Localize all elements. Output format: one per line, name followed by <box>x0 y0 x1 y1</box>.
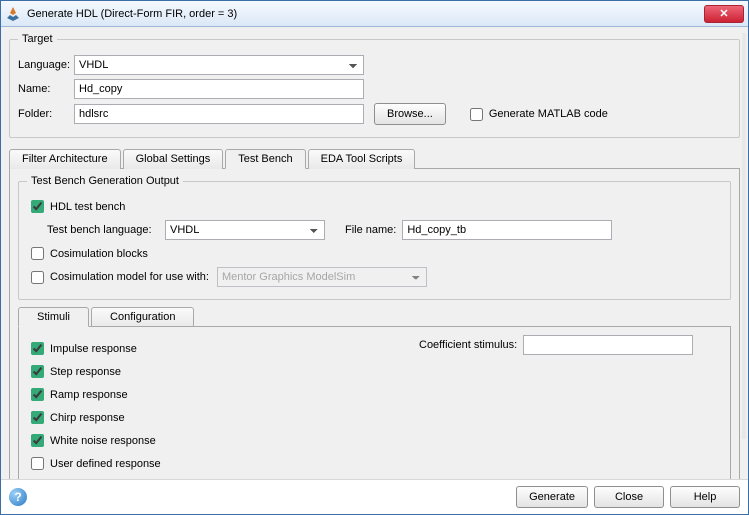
matlab-icon <box>5 6 21 22</box>
cosim-tool-select: Mentor Graphics ModelSim <box>217 267 427 287</box>
subtab-configuration[interactable]: Configuration <box>91 307 194 327</box>
window-title: Generate HDL (Direct-Form FIR, order = 3… <box>27 8 704 20</box>
impulse-checkbox[interactable] <box>31 342 44 355</box>
userdef-label: User defined response <box>50 458 161 470</box>
close-window-button[interactable]: ✕ <box>704 5 744 23</box>
hdl-testbench-checkbox[interactable] <box>31 200 44 213</box>
tab-test-bench[interactable]: Test Bench <box>225 149 305 169</box>
hdl-testbench-label: HDL test bench <box>50 201 125 213</box>
tb-filename-input[interactable] <box>402 220 612 240</box>
name-input[interactable] <box>74 79 364 99</box>
close-button[interactable]: Close <box>594 486 664 508</box>
step-label: Step response <box>50 366 121 378</box>
folder-label: Folder: <box>18 108 74 120</box>
coef-stimulus-input[interactable] <box>523 335 693 355</box>
tb-language-label: Test bench language: <box>47 224 165 236</box>
whitenoise-checkbox[interactable] <box>31 434 44 447</box>
generate-matlab-checkbox[interactable] <box>470 108 483 121</box>
generate-matlab-label: Generate MATLAB code <box>489 108 608 120</box>
tab-eda-tool-scripts[interactable]: EDA Tool Scripts <box>308 149 416 169</box>
ramp-label: Ramp response <box>50 389 128 401</box>
coef-stimulus-label: Coefficient stimulus: <box>419 339 517 351</box>
ramp-checkbox[interactable] <box>31 388 44 401</box>
browse-button[interactable]: Browse... <box>374 103 446 125</box>
tb-filename-label: File name: <box>345 224 396 236</box>
tb-language-select[interactable]: VHDL <box>165 220 325 240</box>
language-label: Language: <box>18 59 74 71</box>
subtab-stimuli[interactable]: Stimuli <box>18 307 89 327</box>
target-legend: Target <box>18 33 57 45</box>
tab-filter-architecture[interactable]: Filter Architecture <box>9 149 121 169</box>
help-button[interactable]: Help <box>670 486 740 508</box>
userdef-checkbox[interactable] <box>31 457 44 470</box>
impulse-label: Impulse response <box>50 343 137 355</box>
folder-input[interactable] <box>74 104 364 124</box>
step-checkbox[interactable] <box>31 365 44 378</box>
tab-global-settings[interactable]: Global Settings <box>123 149 224 169</box>
chirp-label: Chirp response <box>50 412 125 424</box>
help-icon[interactable]: ? <box>9 488 27 506</box>
cosim-model-checkbox[interactable] <box>31 271 44 284</box>
cosim-model-label: Cosimulation model for use with: <box>50 271 209 283</box>
whitenoise-label: White noise response <box>50 435 156 447</box>
cosim-blocks-checkbox[interactable] <box>31 247 44 260</box>
cosim-blocks-label: Cosimulation blocks <box>50 248 148 260</box>
name-label: Name: <box>18 83 74 95</box>
generate-button[interactable]: Generate <box>516 486 588 508</box>
chirp-checkbox[interactable] <box>31 411 44 424</box>
language-select[interactable]: VHDL <box>74 55 364 75</box>
tb-output-legend: Test Bench Generation Output <box>27 175 183 187</box>
scrollbar[interactable] <box>742 33 746 439</box>
